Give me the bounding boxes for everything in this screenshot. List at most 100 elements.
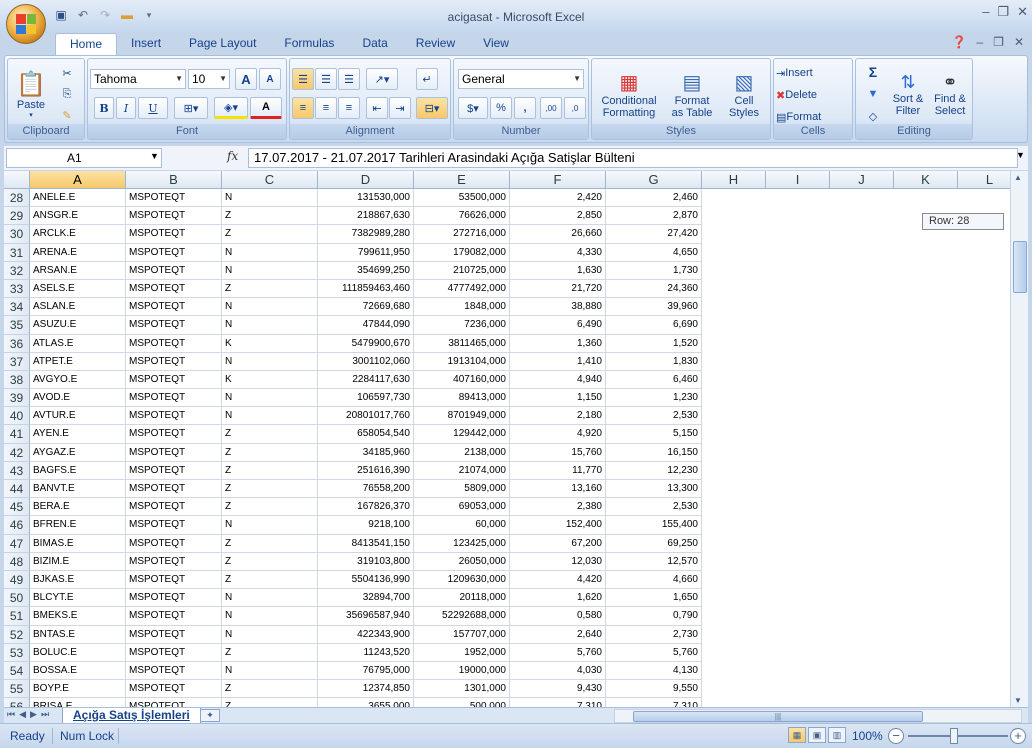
cell-d[interactable]: 76558,200 (318, 480, 414, 499)
cell-e[interactable]: 1913104,000 (414, 352, 510, 371)
cell-b[interactable]: MSPOTEQT (126, 261, 222, 280)
cell-g[interactable]: 16,150 (606, 443, 702, 462)
empty-cell[interactable] (830, 589, 894, 607)
empty-cell[interactable] (830, 316, 894, 334)
empty-cell[interactable] (894, 680, 958, 698)
empty-cell[interactable] (958, 189, 1010, 207)
cell-c[interactable]: N (222, 316, 318, 335)
tab-view[interactable]: View (469, 33, 523, 55)
normal-view-icon[interactable]: ▦ (788, 727, 806, 743)
sheet-tab[interactable]: Açığa Satış İşlemleri (62, 708, 201, 724)
empty-cell[interactable] (830, 444, 894, 462)
column-header-f[interactable]: F (510, 171, 606, 189)
empty-cell[interactable] (766, 589, 830, 607)
font-name-combo[interactable]: Tahoma ▼ (90, 69, 186, 89)
cell-g[interactable]: 2,530 (606, 407, 702, 426)
column-header-a[interactable]: A (30, 171, 126, 189)
cell-c[interactable]: Z (222, 443, 318, 462)
empty-cell[interactable] (702, 225, 766, 243)
cell-a[interactable]: BRISA.E (30, 698, 126, 707)
cell-b[interactable]: MSPOTEQT (126, 516, 222, 535)
empty-cell[interactable] (894, 535, 958, 553)
cell-a[interactable]: AYGAZ.E (30, 443, 126, 462)
empty-cell[interactable] (830, 244, 894, 262)
empty-cell[interactable] (894, 353, 958, 371)
cell-f[interactable]: 5,760 (510, 643, 606, 662)
empty-cell[interactable] (894, 498, 958, 516)
cell-f[interactable]: 4,920 (510, 425, 606, 444)
cell-e[interactable]: 7236,000 (414, 316, 510, 335)
cell-e[interactable]: 69053,000 (414, 498, 510, 517)
cell-f[interactable]: 2,180 (510, 407, 606, 426)
cell-f[interactable]: 26,660 (510, 225, 606, 244)
cell-d[interactable]: 20801017,760 (318, 407, 414, 426)
cell-d[interactable]: 111859463,460 (318, 279, 414, 299)
cell-g[interactable]: 69,250 (606, 534, 702, 553)
format-painter-icon[interactable]: ✎ (58, 106, 76, 124)
cell-c[interactable]: Z (222, 680, 318, 699)
empty-cell[interactable] (702, 662, 766, 680)
empty-cell[interactable] (766, 498, 830, 516)
cell-a[interactable]: ARSAN.E (30, 261, 126, 280)
cell-f[interactable]: 152,400 (510, 516, 606, 535)
empty-cell[interactable] (830, 371, 894, 389)
minimize-icon[interactable]: – (982, 4, 989, 20)
cell-g[interactable]: 1,520 (606, 334, 702, 353)
empty-cell[interactable] (766, 680, 830, 698)
wrap-text-button[interactable]: ↵ (416, 68, 438, 90)
cell-e[interactable]: 210725,000 (414, 261, 510, 280)
scroll-up-icon[interactable]: ▲ (1014, 173, 1022, 182)
cell-f[interactable]: 1,150 (510, 389, 606, 408)
cell-c[interactable]: N (222, 407, 318, 426)
empty-cell[interactable] (766, 225, 830, 243)
column-header-l[interactable]: L (958, 171, 1010, 189)
empty-cell[interactable] (766, 280, 830, 298)
cell-b[interactable]: MSPOTEQT (126, 625, 222, 644)
row-header[interactable]: 34 (4, 298, 30, 317)
row-header[interactable]: 37 (4, 352, 30, 371)
empty-cell[interactable] (702, 607, 766, 625)
row-header[interactable]: 54 (4, 661, 30, 681)
cell-d[interactable]: 34185,960 (318, 443, 414, 462)
row-header[interactable]: 52 (4, 625, 30, 644)
empty-cell[interactable] (766, 189, 830, 207)
increase-decimal-button[interactable]: ,00 (540, 97, 562, 119)
delete-cells-button[interactable]: ✖ Delete (776, 86, 850, 104)
empty-cell[interactable] (766, 407, 830, 425)
chevron-down-icon[interactable]: ▼ (150, 151, 159, 161)
empty-cell[interactable] (702, 353, 766, 371)
cell-b[interactable]: MSPOTEQT (126, 480, 222, 499)
cell-a[interactable]: ANSGR.E (30, 207, 126, 226)
cell-styles-button[interactable]: ▧ Cell Styles (720, 63, 768, 125)
cell-a[interactable]: ATLAS.E (30, 334, 126, 353)
cell-c[interactable]: N (222, 389, 318, 408)
cell-g[interactable]: 27,420 (606, 225, 702, 244)
empty-cell[interactable] (958, 262, 1010, 280)
cell-g[interactable]: 1,730 (606, 261, 702, 280)
tab-insert[interactable]: Insert (117, 33, 175, 55)
empty-cell[interactable] (702, 280, 766, 298)
empty-cell[interactable] (702, 207, 766, 225)
empty-cell[interactable] (958, 480, 1010, 498)
empty-cell[interactable] (958, 680, 1010, 698)
increase-indent-button[interactable]: ⇥ (389, 97, 411, 119)
cell-g[interactable]: 2,460 (606, 189, 702, 208)
empty-cell[interactable] (958, 571, 1010, 589)
empty-cell[interactable] (958, 335, 1010, 353)
cell-a[interactable]: ASLAN.E (30, 298, 126, 317)
decrease-decimal-button[interactable]: ,0 (564, 97, 586, 119)
empty-cell[interactable] (894, 316, 958, 334)
cell-d[interactable]: 106597,730 (318, 389, 414, 408)
row-header[interactable]: 55 (4, 680, 30, 699)
empty-cell[interactable] (766, 516, 830, 534)
empty-cell[interactable] (894, 662, 958, 680)
cell-c[interactable]: N (222, 516, 318, 535)
cell-e[interactable]: 1209630,000 (414, 570, 510, 590)
cell-c[interactable]: K (222, 370, 318, 390)
empty-cell[interactable] (766, 244, 830, 262)
empty-cell[interactable] (702, 189, 766, 207)
cell-e[interactable]: 19000,000 (414, 661, 510, 681)
cell-b[interactable]: MSPOTEQT (126, 425, 222, 444)
column-header-g[interactable]: G (606, 171, 702, 189)
row-header[interactable]: 45 (4, 498, 30, 517)
